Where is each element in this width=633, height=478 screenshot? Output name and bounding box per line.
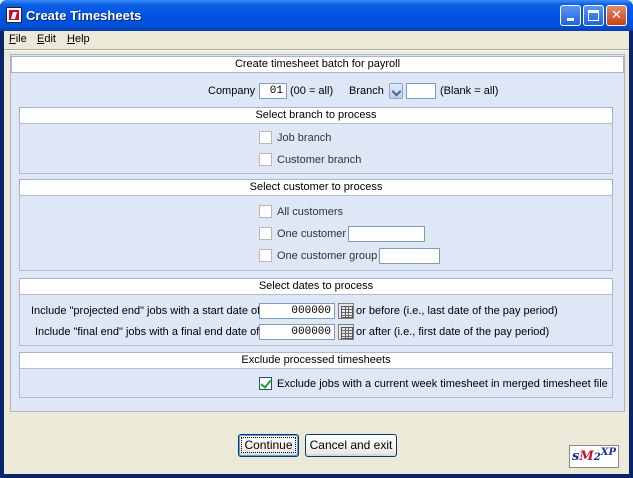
maximize-icon [588,10,599,21]
branch-dropdown-button[interactable] [389,83,403,99]
menu-bar: File Edit Help [4,31,629,49]
exclude-section-header: Exclude processed timesheets [19,352,613,369]
one-customer-input[interactable] [348,226,425,242]
client-area: File Edit Help Create timesheet batch fo… [4,31,629,474]
cancel-exit-button[interactable]: Cancel and exit [305,434,397,457]
title-bar[interactable]: Create Timesheets ✕ [0,0,633,31]
menu-edit[interactable]: Edit [37,33,56,45]
maximize-button[interactable] [583,5,604,26]
start-date-input[interactable]: 000000 [259,303,335,319]
app-logo-icon[interactable] [6,7,22,23]
end-date-suffix: or after (i.e., first date of the pay pe… [356,326,550,338]
menu-separator [4,49,629,51]
branch-section-group [19,123,613,174]
company-input[interactable]: 01 [259,83,287,99]
main-header: Create timesheet batch for payroll [11,56,624,73]
all-customers-label: All customers [277,206,344,218]
minimize-icon [567,18,574,21]
branch-hint: (Blank = all) [440,85,499,97]
close-button[interactable]: ✕ [606,5,627,26]
customer-branch-label: Customer branch [277,154,362,166]
dates-section-header: Select dates to process [19,278,613,295]
end-date-input[interactable]: 000000 [259,324,335,340]
minimize-button[interactable] [560,5,581,26]
exclude-jobs-label: Exclude jobs with a current week timeshe… [277,378,608,390]
job-branch-checkbox[interactable] [259,131,272,144]
job-branch-label: Job branch [277,132,332,144]
customer-branch-checkbox[interactable] [259,153,272,166]
calendar-icon[interactable] [338,303,354,319]
one-customer-label: One customer [277,228,347,240]
one-customer-checkbox[interactable] [259,227,272,240]
window-title: Create Timesheets [26,8,142,23]
customer-section-header: Select customer to process [19,179,613,196]
smxp-logo: sM2XP [569,445,619,468]
company-label: Company [208,85,256,97]
projected-end-label: Include "projected end" jobs with a star… [31,305,261,317]
menu-file[interactable]: File [9,33,27,45]
exclude-jobs-checkbox[interactable] [259,377,272,390]
customer-group-input[interactable] [379,248,440,264]
menu-help[interactable]: Help [67,33,90,45]
final-end-label: Include "final end" jobs with a final en… [35,326,260,338]
branch-input[interactable] [406,83,436,99]
company-hint: (00 = all) [290,85,334,97]
form-panel: Create timesheet batch for payroll Compa… [10,54,625,412]
branch-section-header: Select branch to process [19,107,613,124]
customer-group-label: One customer group [277,250,378,262]
start-date-suffix: or before (i.e., last date of the pay pe… [356,305,558,317]
close-icon: ✕ [611,8,622,23]
calendar-icon[interactable] [338,324,354,340]
branch-label: Branch [349,85,384,97]
continue-button[interactable]: Continue [238,434,299,457]
all-customers-checkbox[interactable] [259,205,272,218]
app-window: Create Timesheets ✕ File Edit Help Creat… [0,0,633,478]
customer-group-checkbox[interactable] [259,249,272,262]
